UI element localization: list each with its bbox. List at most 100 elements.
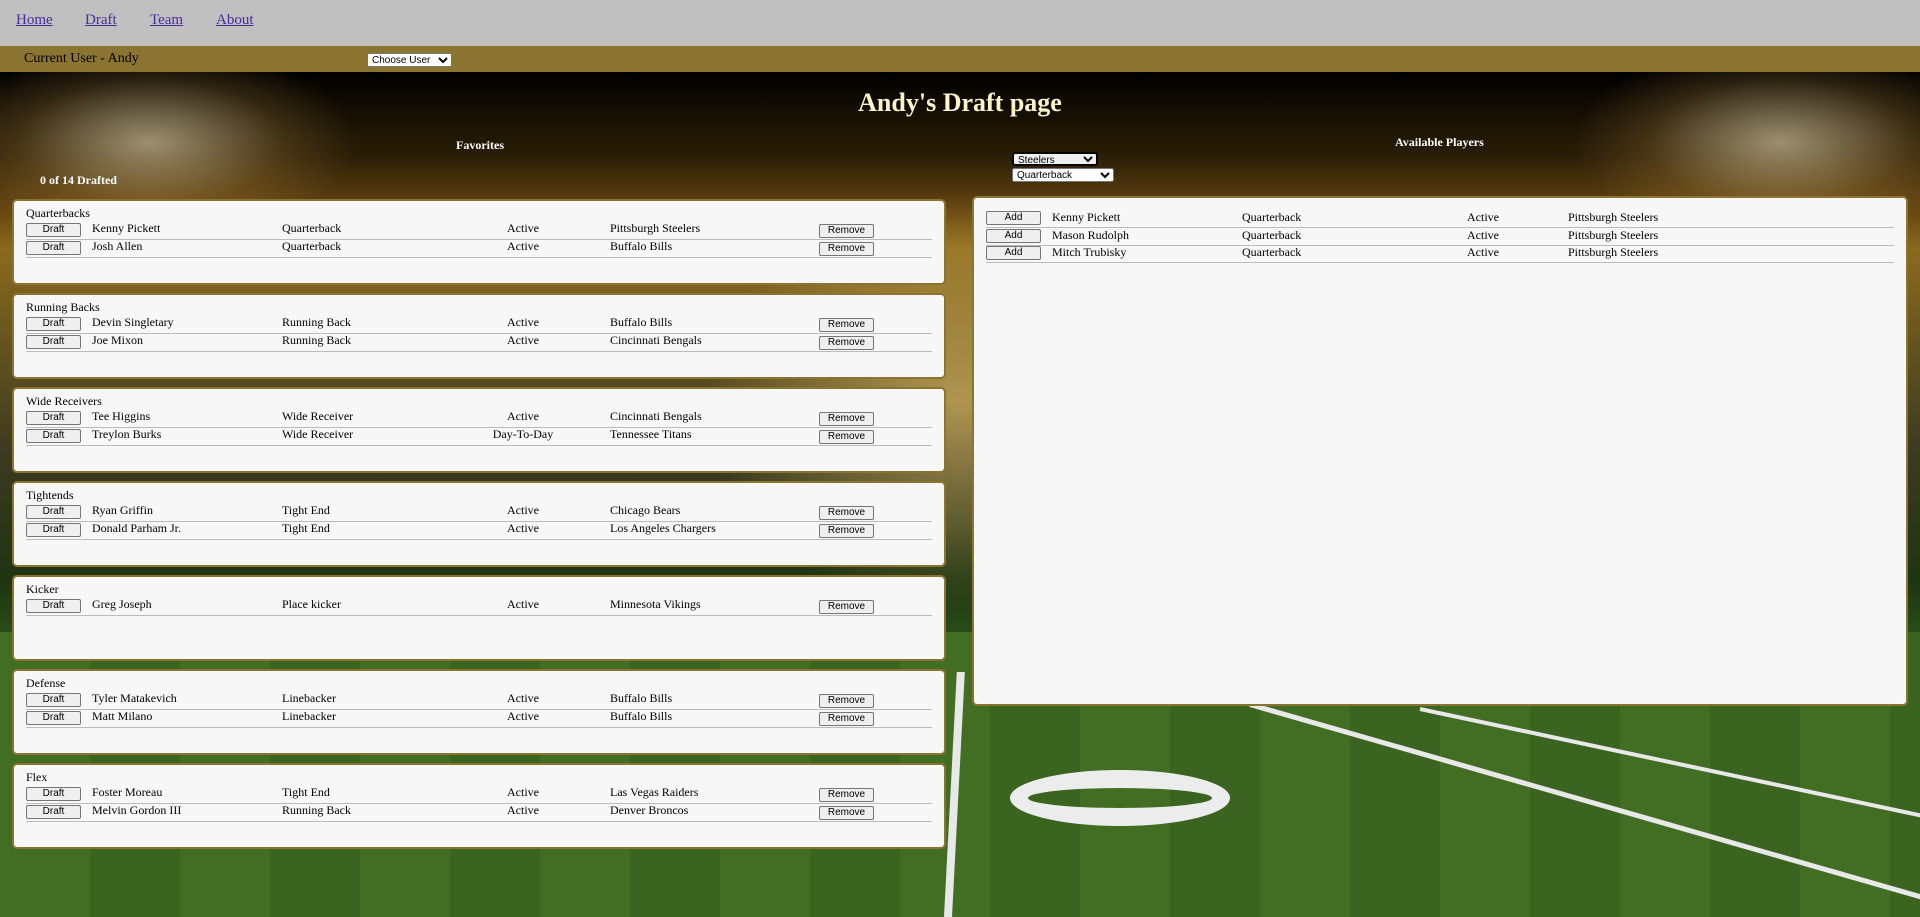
player-team: Cincinnati Bengals: [610, 333, 702, 347]
player-team: Buffalo Bills: [610, 691, 673, 705]
add-button[interactable]: Add: [986, 211, 1041, 225]
player-position: Wide Receiver: [282, 427, 354, 441]
player-team: Chicago Bears: [610, 503, 681, 517]
player-name: Donald Parham Jr.: [92, 521, 181, 535]
drafted-count: 0 of 14 Drafted: [40, 173, 117, 187]
player-status: Active: [507, 221, 539, 235]
draft-button[interactable]: Draft: [26, 241, 81, 255]
draft-button[interactable]: Draft: [26, 335, 81, 349]
group-card-tightends: Tightends Draft Ryan Griffin Tight End Activ…: [12, 481, 946, 567]
remove-button[interactable]: Remove: [819, 600, 874, 614]
player-team: Los Angeles Chargers: [610, 521, 716, 535]
player-row: Draft Donald Parham Jr. Tight End Active Los…: [26, 521, 932, 540]
available-players-label: Available Players: [1395, 135, 1484, 149]
player-row: Draft Devin Singletary Running Back Active B…: [26, 315, 932, 334]
player-position: Quarterback: [282, 239, 342, 253]
remove-button[interactable]: Remove: [819, 694, 874, 708]
player-team: Buffalo Bills: [610, 239, 673, 253]
group-name: Defense: [26, 676, 66, 690]
group-card-running-backs: Running Backs Draft Devin Singletary Runnin…: [12, 293, 946, 379]
player-row: Draft Melvin Gordon III Running Back Active…: [26, 803, 932, 822]
player-status: Active: [507, 521, 539, 535]
field-number: [1010, 770, 1230, 826]
choose-user-select[interactable]: Choose User: [367, 53, 452, 67]
player-status: Active: [507, 333, 539, 347]
player-status: Active: [1467, 227, 1499, 242]
player-team: Las Vegas Raiders: [610, 785, 699, 799]
player-name: Matt Milano: [92, 709, 153, 723]
nav-home-link[interactable]: Home: [16, 12, 53, 29]
group-name: Quarterbacks: [26, 206, 90, 220]
current-user-label: Current User - Andy: [24, 51, 139, 66]
player-name: Tyler Matakevich: [92, 691, 177, 705]
position-filter-select[interactable]: Quarterback: [1012, 168, 1114, 182]
draft-button[interactable]: Draft: [26, 505, 81, 519]
player-position: Quarterback: [1242, 227, 1302, 242]
draft-button[interactable]: Draft: [26, 693, 81, 707]
draft-button[interactable]: Draft: [26, 429, 81, 443]
player-status: Active: [507, 597, 539, 611]
group-card-defense: Defense Draft Tyler Matakevich Linebacker Ac…: [12, 669, 946, 755]
player-name: Mason Rudolph: [1052, 227, 1130, 242]
draft-button[interactable]: Draft: [26, 805, 81, 819]
draft-button[interactable]: Draft: [26, 711, 81, 725]
player-status: Day-To-Day: [492, 427, 554, 441]
player-name: Greg Joseph: [92, 597, 152, 611]
add-button[interactable]: Add: [986, 228, 1041, 243]
nav-draft-link[interactable]: Draft: [85, 12, 117, 29]
player-row: Draft Kenny Pickett Quarterback Active Pitts…: [26, 221, 932, 240]
player-name: Tee Higgins: [92, 409, 151, 423]
player-name: Kenny Pickett: [92, 221, 161, 235]
player-name: Kenny Pickett: [1052, 210, 1121, 224]
draft-button[interactable]: Draft: [26, 787, 81, 801]
draft-button[interactable]: Draft: [26, 523, 81, 537]
player-status: Active: [507, 503, 539, 517]
draft-button[interactable]: Draft: [26, 223, 81, 237]
player-position: Running Back: [282, 333, 351, 347]
player-row: Draft Josh Allen Quarterback Active Buffalo …: [26, 239, 932, 258]
group-card-kicker: Kicker Draft Greg Joseph Place kicker Active…: [12, 575, 946, 661]
team-filter-select[interactable]: Steelers: [1012, 152, 1098, 166]
player-position: Linebacker: [282, 709, 336, 723]
nav-team-link[interactable]: Team: [150, 12, 183, 29]
top-nav: Home Draft Team About: [0, 0, 1920, 46]
remove-button[interactable]: Remove: [819, 412, 874, 426]
add-button[interactable]: Add: [986, 246, 1041, 260]
stadium-background: Andy's Draft page Favorites Available Pl…: [0, 72, 1920, 917]
player-position: Tight End: [282, 785, 330, 799]
group-card-wide-receivers: Wide Receivers Draft Tee Higgins Wide Recei…: [12, 387, 946, 473]
remove-button[interactable]: Remove: [819, 430, 874, 444]
draft-button[interactable]: Draft: [26, 411, 81, 425]
player-team: Cincinnati Bengals: [610, 409, 702, 423]
remove-button[interactable]: Remove: [819, 224, 874, 238]
player-name: Mitch Trubisky: [1052, 245, 1127, 259]
player-status: Active: [507, 409, 539, 423]
draft-button[interactable]: Draft: [26, 317, 81, 331]
player-status: Active: [507, 239, 539, 253]
remove-button[interactable]: Remove: [819, 242, 874, 256]
player-status: Active: [1467, 210, 1499, 224]
remove-button[interactable]: Remove: [819, 336, 874, 350]
player-row: Draft Matt Milano Linebacker Active Buffalo …: [26, 709, 932, 728]
remove-button[interactable]: Remove: [819, 806, 874, 820]
player-position: Wide Receiver: [282, 409, 354, 423]
player-name: Treylon Burks: [92, 427, 162, 441]
remove-button[interactable]: Remove: [819, 506, 874, 520]
player-position: Quarterback: [1242, 210, 1302, 224]
remove-button[interactable]: Remove: [819, 318, 874, 332]
player-row: Draft Ryan Griffin Tight End Active Chicago …: [26, 503, 932, 522]
player-name: Devin Singletary: [92, 315, 174, 329]
remove-button[interactable]: Remove: [819, 524, 874, 538]
player-row: Draft Tee Higgins Wide Receiver Active Cinci…: [26, 409, 932, 428]
player-team: Pittsburgh Steelers: [1568, 245, 1659, 259]
remove-button[interactable]: Remove: [819, 712, 874, 726]
draft-button[interactable]: Draft: [26, 599, 81, 613]
player-name: Ryan Griffin: [92, 503, 153, 517]
player-position: Tight End: [282, 503, 330, 517]
player-team: Pittsburgh Steelers: [610, 221, 701, 235]
player-status: Active: [507, 785, 539, 799]
nav-about-link[interactable]: About: [216, 12, 254, 29]
player-row: Draft Tyler Matakevich Linebacker Active Buf…: [26, 691, 932, 710]
remove-button[interactable]: Remove: [819, 788, 874, 802]
player-team: Denver Broncos: [610, 803, 689, 817]
